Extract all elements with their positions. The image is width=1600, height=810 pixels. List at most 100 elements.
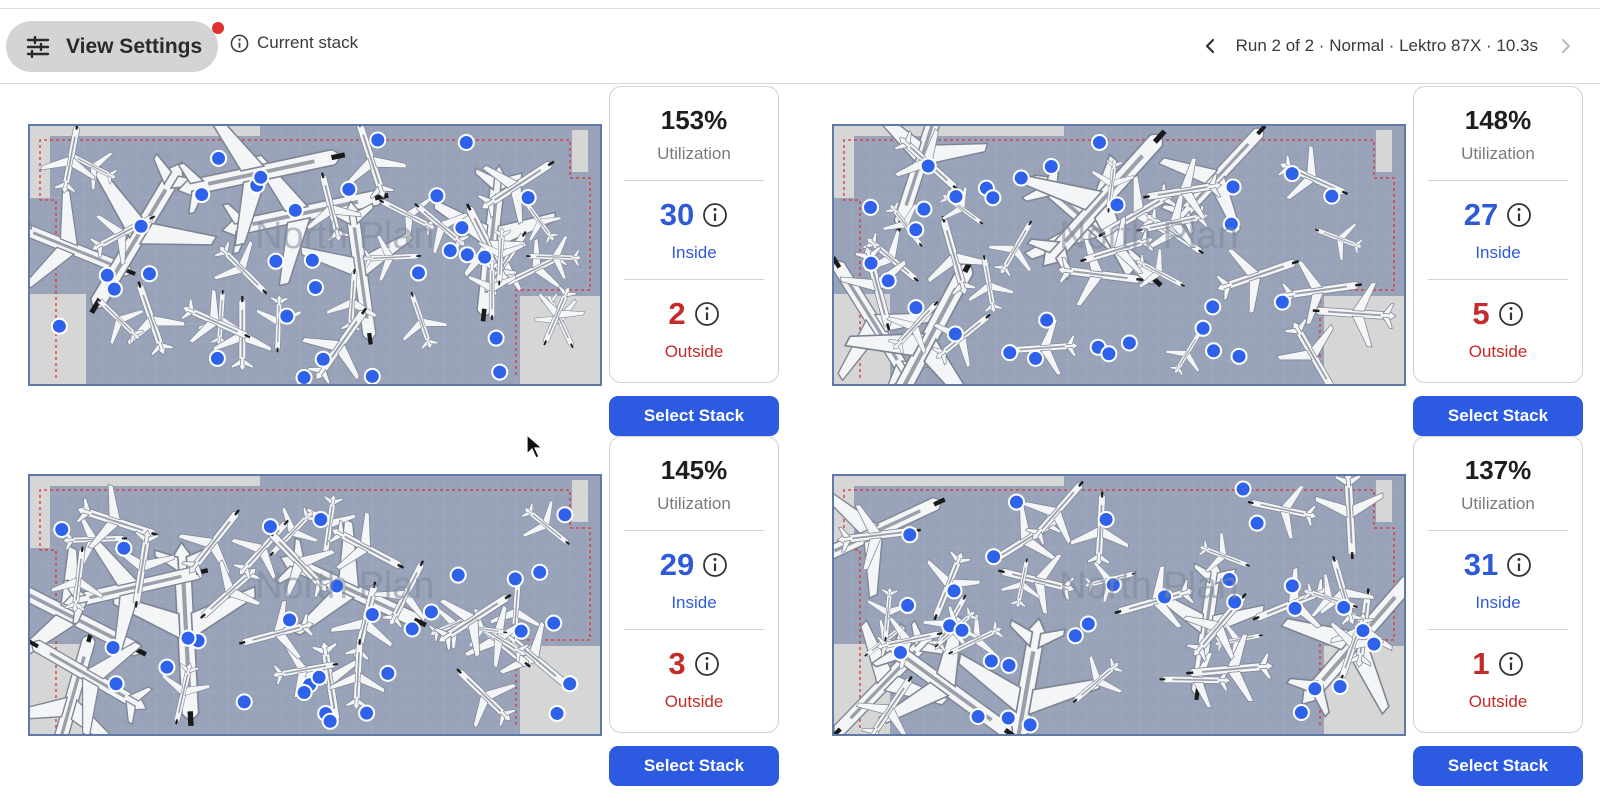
divider xyxy=(1428,629,1568,630)
info-icon[interactable] xyxy=(1506,202,1532,228)
inside-label: Inside xyxy=(671,593,717,612)
info-icon[interactable] xyxy=(1506,552,1532,578)
tug-marker xyxy=(487,329,505,347)
tug-marker xyxy=(1323,187,1341,205)
wall-block xyxy=(30,476,260,486)
inside-count: 31 xyxy=(1463,547,1499,582)
tug-marker xyxy=(107,675,125,693)
tug-marker xyxy=(449,566,467,584)
tug-marker xyxy=(369,131,387,149)
tug-marker xyxy=(50,317,68,335)
select-stack-button[interactable]: Select Stack xyxy=(1413,396,1583,436)
divider xyxy=(624,530,764,531)
tug-marker xyxy=(899,596,917,614)
divider xyxy=(1428,530,1568,531)
wall-block xyxy=(572,130,588,172)
tug-marker xyxy=(901,526,919,544)
notification-dot xyxy=(212,22,224,34)
inside-count: 27 xyxy=(1463,197,1499,232)
hangar-map-3[interactable]: North Plan xyxy=(28,474,602,736)
tug-marker xyxy=(946,325,964,343)
aircraft-icon xyxy=(402,291,448,351)
tug-marker xyxy=(1108,196,1126,214)
info-icon[interactable] xyxy=(702,202,728,228)
tug-marker xyxy=(1038,311,1056,329)
previous-run-button[interactable] xyxy=(1196,31,1224,61)
tug-marker xyxy=(179,629,197,647)
tug-marker xyxy=(295,683,313,701)
mouse-cursor-icon xyxy=(526,434,544,459)
map-watermark: North Plan xyxy=(1059,565,1239,607)
inside-count-row: 27 xyxy=(1414,197,1582,233)
tug-marker xyxy=(306,278,324,296)
tug-marker xyxy=(879,272,897,290)
hangar-map-2[interactable]: North Plan xyxy=(832,124,1406,386)
view-settings-button[interactable]: View Settings xyxy=(6,21,218,72)
outside-count: 3 xyxy=(668,646,686,681)
map-watermark: North Plan xyxy=(255,565,435,607)
tug-marker xyxy=(512,622,530,640)
tug-marker xyxy=(363,367,381,384)
current-stack-link[interactable]: Current stack xyxy=(230,33,358,53)
hangar-floor-plan: North Plan xyxy=(834,126,1404,384)
tug-marker xyxy=(1365,635,1383,653)
info-icon[interactable] xyxy=(1498,651,1524,677)
tug-marker xyxy=(312,511,330,529)
next-run-button[interactable] xyxy=(1552,31,1580,61)
info-icon[interactable] xyxy=(1498,301,1524,327)
tug-marker xyxy=(862,254,880,272)
tug-marker xyxy=(1292,704,1310,722)
inside-label: Inside xyxy=(1475,243,1521,262)
wall-block xyxy=(572,480,588,522)
outside-label: Outside xyxy=(1468,342,1528,361)
tug-marker xyxy=(947,188,965,206)
select-stack-button[interactable]: Select Stack xyxy=(1413,746,1583,786)
tug-marker xyxy=(1042,157,1060,175)
tug-marker xyxy=(104,639,122,657)
tug-marker xyxy=(409,264,427,282)
map-watermark: North Plan xyxy=(255,215,435,257)
tug-marker xyxy=(1331,678,1349,696)
hangar-map-1[interactable]: North Plan xyxy=(28,124,602,386)
divider xyxy=(624,279,764,280)
tug-marker xyxy=(545,614,563,632)
aircraft-icon xyxy=(1276,144,1349,200)
aircraft-icon xyxy=(1247,485,1318,540)
inside-count: 29 xyxy=(659,547,695,582)
divider xyxy=(1428,279,1568,280)
current-stack-label: Current stack xyxy=(257,33,359,52)
select-stack-button[interactable]: Select Stack xyxy=(609,746,779,786)
info-icon[interactable] xyxy=(694,301,720,327)
stack-stats-2: 148% Utilization 27 Inside 5 Outside xyxy=(1413,86,1583,383)
select-stack-button[interactable]: Select Stack xyxy=(609,396,779,436)
wall-block xyxy=(834,476,1064,486)
tug-marker xyxy=(1001,344,1019,362)
tug-marker xyxy=(1205,342,1223,360)
outside-count: 1 xyxy=(1472,646,1490,681)
chevron-left-icon xyxy=(1205,38,1214,54)
inside-count: 30 xyxy=(659,197,695,232)
outside-count-row: 3 xyxy=(610,646,778,682)
tug-marker xyxy=(1079,615,1097,633)
tug-marker xyxy=(1194,319,1212,337)
tug-marker xyxy=(458,246,476,264)
tug-marker xyxy=(1286,599,1304,617)
info-icon xyxy=(230,34,249,52)
tug-marker xyxy=(1248,514,1266,532)
tug-marker xyxy=(321,712,339,730)
info-icon[interactable] xyxy=(694,651,720,677)
tug-marker xyxy=(441,242,459,260)
tug-marker xyxy=(403,620,421,638)
tug-marker xyxy=(985,548,1003,566)
toolbar: View Settings Current stack Run 2 of 2 ·… xyxy=(0,9,1600,84)
wall-block xyxy=(30,294,86,384)
hangar-map-4[interactable]: North Plan xyxy=(832,474,1406,736)
stack-stats-4: 137% Utilization 31 Inside 1 Outside xyxy=(1413,436,1583,733)
tug-marker xyxy=(1097,510,1115,528)
tug-marker xyxy=(984,189,1002,207)
info-icon[interactable] xyxy=(702,552,728,578)
aircraft-icon xyxy=(1279,575,1404,718)
tug-marker xyxy=(208,349,226,367)
tug-marker xyxy=(340,180,358,198)
inside-count-row: 31 xyxy=(1414,547,1582,583)
